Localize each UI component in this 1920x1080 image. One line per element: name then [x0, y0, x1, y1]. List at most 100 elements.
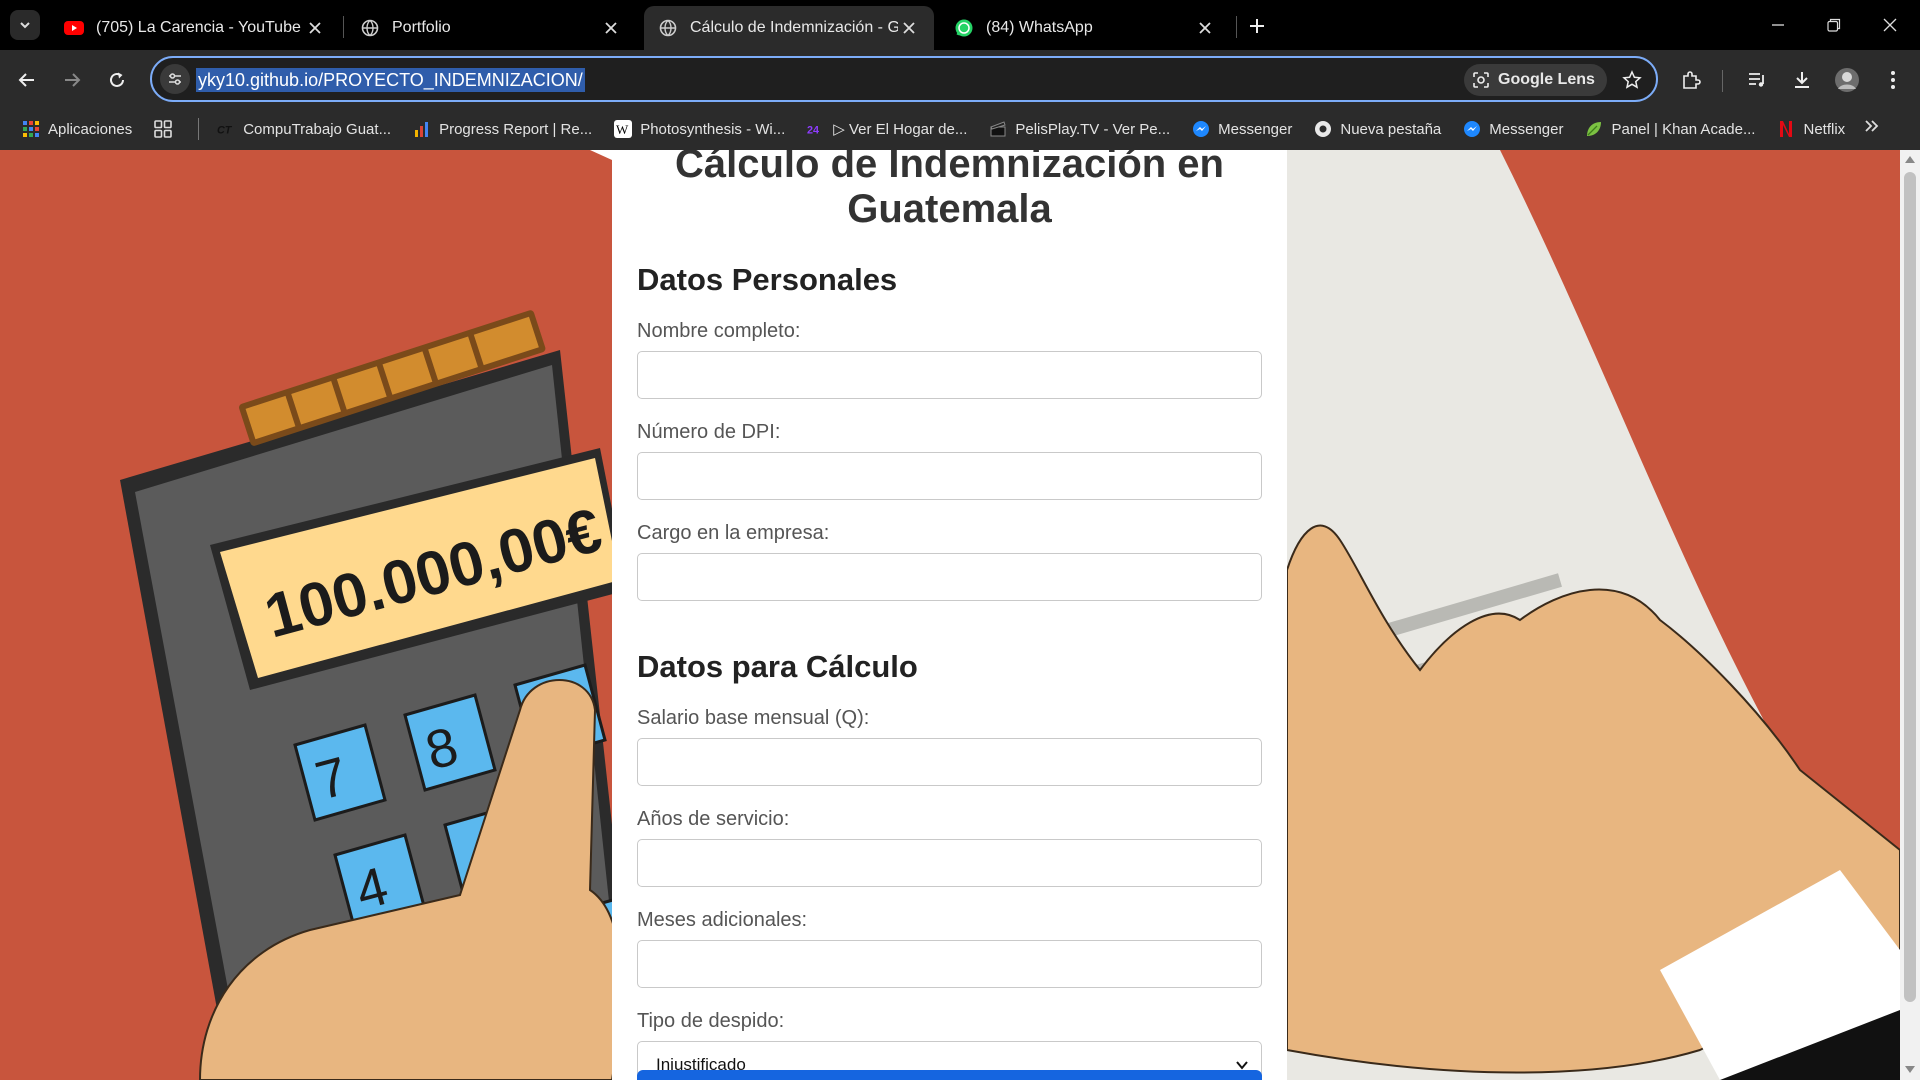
- section-heading-personal: Datos Personales: [637, 262, 898, 297]
- clapper-icon: [989, 120, 1007, 138]
- dpi-input[interactable]: [637, 452, 1262, 500]
- scrollbar-thumb[interactable]: [1904, 172, 1916, 1002]
- tab-title: (84) WhatsApp: [986, 19, 1093, 36]
- bookmark-nueva-pestana[interactable]: Nueva pestaña: [1314, 120, 1441, 138]
- browser-toolbar: yky10.github.io/PROYECTO_INDEMNIZACION/ …: [0, 50, 1920, 108]
- double-chevron-right-icon: [1865, 120, 1879, 132]
- arrow-left-icon: [18, 73, 34, 87]
- bookmark-messenger-2[interactable]: Messenger: [1463, 120, 1563, 138]
- close-icon[interactable]: [1194, 17, 1216, 39]
- minimize-button[interactable]: [1760, 10, 1796, 40]
- chrome-icon: [1314, 120, 1332, 138]
- menu-button[interactable]: [1876, 63, 1910, 97]
- more-vert-icon: [1891, 71, 1895, 89]
- meses-input[interactable]: [637, 940, 1262, 988]
- wikipedia-icon: W: [614, 120, 633, 138]
- bookmark-el-hogar[interactable]: 24 ▷ Ver El Hogar de...: [807, 120, 967, 138]
- close-icon: [1883, 18, 1897, 32]
- tab-whatsapp[interactable]: (84) WhatsApp: [940, 6, 1230, 50]
- page-scrollbar[interactable]: [1900, 150, 1920, 1080]
- profile-button[interactable]: [1830, 63, 1864, 97]
- bookmark-pelisplay[interactable]: PelisPlay.TV - Ver Pe...: [989, 120, 1170, 138]
- close-icon[interactable]: [898, 17, 920, 39]
- bookmark-star-button[interactable]: [1617, 65, 1647, 95]
- messenger-icon: [1463, 120, 1481, 138]
- forward-button[interactable]: [55, 63, 89, 97]
- whatsapp-icon: [954, 18, 974, 38]
- youtube-icon: [64, 18, 84, 38]
- bookmark-label: ▷ Ver El Hogar de...: [833, 121, 968, 138]
- plus-icon: [1250, 19, 1264, 33]
- bookmark-label: Netflix: [1803, 120, 1846, 138]
- anios-input[interactable]: [637, 839, 1262, 887]
- scroll-up-arrow-icon[interactable]: [1905, 156, 1915, 163]
- avatar: [1835, 68, 1859, 92]
- meses-label: Meses adicionales:: [637, 909, 808, 931]
- close-icon[interactable]: [600, 17, 622, 39]
- address-bar[interactable]: yky10.github.io/PROYECTO_INDEMNIZACION/ …: [150, 56, 1658, 102]
- url-text[interactable]: yky10.github.io/PROYECTO_INDEMNIZACION/: [196, 68, 585, 92]
- tab-youtube[interactable]: (705) La Carencia - YouTube: [50, 6, 340, 50]
- bookmark-label: Messenger: [1218, 120, 1293, 138]
- salario-input[interactable]: [637, 738, 1262, 786]
- bookmark-netflix[interactable]: Netflix: [1777, 120, 1845, 138]
- globe-icon: [658, 18, 678, 38]
- messenger-icon: [1192, 120, 1210, 138]
- dpi-label: Número de DPI:: [637, 421, 781, 443]
- lens-icon: [1472, 71, 1490, 89]
- window-close-button[interactable]: [1872, 10, 1908, 40]
- tab-title: Portfolio: [392, 19, 451, 36]
- section-heading-calculo: Datos para Cálculo: [637, 649, 918, 684]
- back-button[interactable]: [10, 63, 44, 97]
- tab-title: Cálculo de Indemnización - Gua: [690, 19, 898, 36]
- bookmark-label: Messenger: [1489, 120, 1564, 138]
- salario-label: Salario base mensual (Q):: [637, 707, 870, 729]
- reload-button[interactable]: [100, 63, 134, 97]
- svg-text:CT: CT: [217, 125, 233, 137]
- restore-icon: [1827, 18, 1841, 32]
- tab-separator: [343, 16, 344, 38]
- bookmark-separator: [198, 118, 200, 140]
- chevron-down-icon: [20, 22, 30, 29]
- scroll-down-arrow-icon[interactable]: [1905, 1066, 1915, 1073]
- google-lens-button[interactable]: Google Lens: [1464, 64, 1607, 96]
- khan-leaf-icon: [1585, 120, 1603, 138]
- bookmark-wikipedia[interactable]: W Photosynthesis - Wi...: [614, 120, 785, 138]
- playlist-icon: [1749, 73, 1764, 87]
- bookmark-label: PelisPlay.TV - Ver Pe...: [1015, 120, 1171, 138]
- new-tab-button[interactable]: [1243, 12, 1271, 40]
- downloads-button[interactable]: [1785, 63, 1819, 97]
- tab-search-button[interactable]: [10, 10, 40, 40]
- nombre-input[interactable]: [637, 351, 1262, 399]
- apps-grid-icon: [22, 120, 40, 138]
- tab-separator: [1236, 16, 1237, 38]
- bookmark-khan-academy[interactable]: Panel | Khan Acade...: [1585, 120, 1755, 138]
- bar-chart-icon: [413, 120, 431, 138]
- page-viewport: 100.000,00€ 7 8 4 2: [0, 150, 1900, 1080]
- computrabajo-icon: CT: [217, 120, 235, 138]
- media-controls-button[interactable]: [1740, 63, 1774, 97]
- bookmark-messenger[interactable]: Messenger: [1192, 120, 1292, 138]
- bookmark-computrabajo[interactable]: CT CompuTrabajo Guat...: [217, 120, 391, 138]
- tab-indemnizacion[interactable]: Cálculo de Indemnización - Gua: [644, 6, 934, 50]
- calcular-button[interactable]: [637, 1070, 1262, 1080]
- bookmark-aplicaciones[interactable]: Aplicaciones: [22, 120, 132, 138]
- toolbar-divider: [1722, 70, 1723, 92]
- close-icon[interactable]: [304, 17, 326, 39]
- cargo-input[interactable]: [637, 553, 1262, 601]
- extensions-button[interactable]: [1674, 63, 1708, 97]
- puzzle-icon: [1683, 71, 1701, 89]
- bookmark-label: Aplicaciones: [48, 120, 133, 138]
- anios-label: Años de servicio:: [637, 808, 790, 830]
- tab-strip: (705) La Carencia - YouTube Portfolio Cá…: [0, 0, 1920, 50]
- site-info-button[interactable]: [160, 64, 190, 94]
- tab-groups-button[interactable]: [154, 120, 180, 138]
- more-bookmarks-button[interactable]: [1864, 118, 1880, 139]
- arrow-right-icon: [65, 73, 81, 87]
- tab-title: (705) La Carencia - YouTube: [96, 19, 301, 36]
- restore-button[interactable]: [1816, 10, 1852, 40]
- bookmark-label: Progress Report | Re...: [439, 120, 593, 138]
- minimize-icon: [1772, 24, 1784, 26]
- tab-portfolio[interactable]: Portfolio: [346, 6, 636, 50]
- bookmark-progress-report[interactable]: Progress Report | Re...: [413, 120, 592, 138]
